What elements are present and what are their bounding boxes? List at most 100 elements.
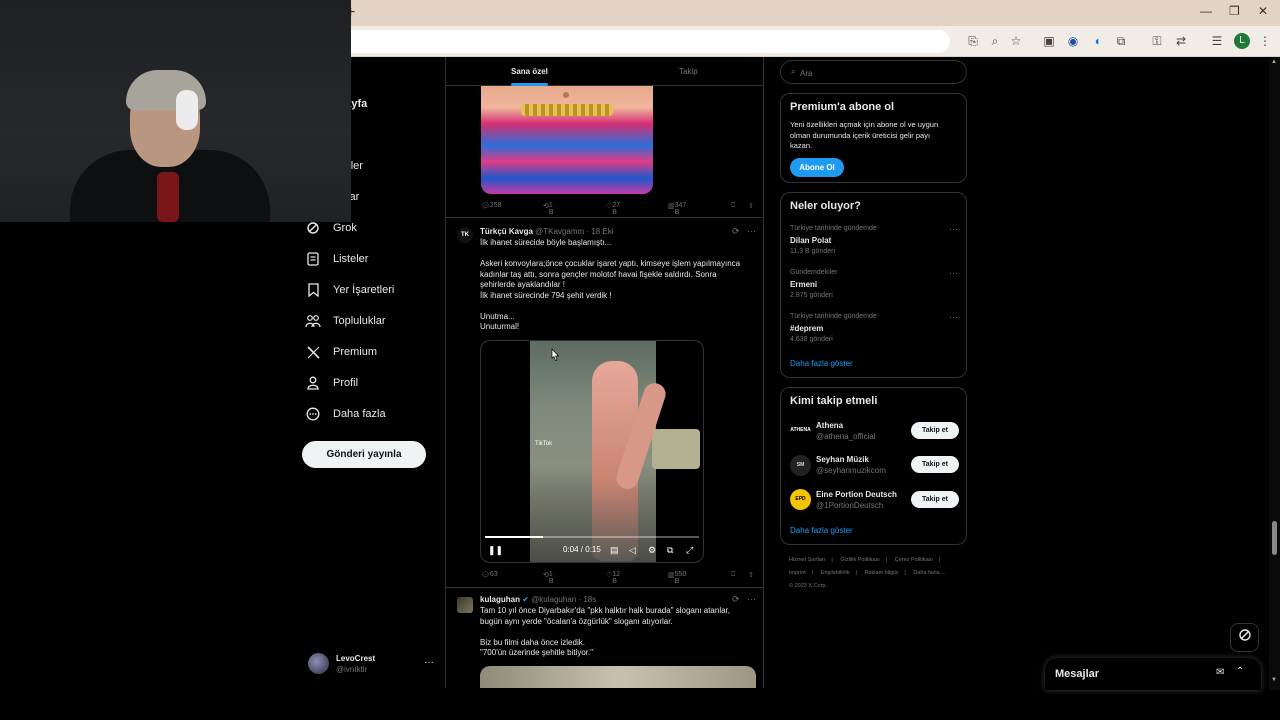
subscribe-button[interactable]: Abone Ol xyxy=(790,158,844,177)
account-handle: @ivntktlr xyxy=(336,665,368,674)
captions-icon[interactable]: ▤ xyxy=(610,545,619,556)
reply-button[interactable]: 💬︎ 258 xyxy=(481,202,502,210)
password-key-icon[interactable]: ⚿ xyxy=(1150,34,1164,48)
reply-button[interactable]: 💬︎ 63 xyxy=(481,571,498,579)
address-bar[interactable] xyxy=(300,30,950,53)
footer-link[interactable]: Imprint xyxy=(789,570,806,576)
nav-item-profile[interactable]: Profil xyxy=(305,371,358,395)
tweet-time[interactable]: · 18 Eki xyxy=(586,227,613,236)
share-icon[interactable]: ⇧ xyxy=(748,571,754,579)
trend-more-icon[interactable]: ··· xyxy=(949,224,958,234)
author-handle[interactable]: @TKavgamm xyxy=(535,227,584,236)
retweet-button[interactable]: ⟲ 1 B xyxy=(543,571,554,585)
x-logo-icon xyxy=(305,344,321,360)
nav-item-more[interactable]: Daha fazla xyxy=(305,402,386,426)
retweet-button[interactable]: ⟲ 1 B xyxy=(543,202,554,216)
views-button[interactable]: ▥ 347 B xyxy=(668,202,686,216)
video-progress-bar[interactable] xyxy=(485,536,699,538)
show-more-link[interactable]: Daha fazla göster xyxy=(790,359,853,368)
trend-name[interactable]: Ermeni xyxy=(790,280,817,289)
scroll-thumb[interactable] xyxy=(1272,521,1277,555)
tweet-image[interactable] xyxy=(481,86,653,194)
timeline: Sana özel Takip 💬︎ 258 ⟲ 1 B ♡ 27 B ▥ 34… xyxy=(445,57,764,688)
star-icon[interactable]: ☆ xyxy=(1009,34,1023,48)
zoom-icon[interactable]: ⌕ xyxy=(988,34,1002,48)
reply-count: 63 xyxy=(489,571,498,578)
avatar[interactable] xyxy=(457,597,473,613)
close-window-button[interactable]: ✕ xyxy=(1258,4,1268,18)
scrollbar[interactable]: ▲ ▼ xyxy=(1269,57,1280,690)
account-switcher[interactable]: LevoCrest @ivntktlr ··· xyxy=(308,653,438,677)
nav-item-bookmarks[interactable]: Yer İşaretleri xyxy=(305,278,394,302)
avatar[interactable]: EPD xyxy=(790,489,811,510)
scroll-down-icon[interactable]: ▼ xyxy=(1271,677,1277,683)
translate-icon[interactable]: ⇄ xyxy=(1174,34,1188,48)
avatar[interactable]: ATHENA xyxy=(790,420,811,441)
trend-more-icon[interactable]: ··· xyxy=(949,268,958,278)
nav-item-premium[interactable]: Premium xyxy=(305,340,377,364)
footer-link[interactable]: Çerez Politikası xyxy=(895,557,933,563)
grok-icon[interactable]: ⟳ xyxy=(732,226,740,237)
account-more-icon[interactable]: ··· xyxy=(424,657,434,668)
fullscreen-icon[interactable]: ⤢ xyxy=(686,545,693,556)
avatar[interactable]: SM xyxy=(790,455,811,476)
restore-button[interactable]: ❐ xyxy=(1229,4,1240,18)
tab-following[interactable]: Takip xyxy=(679,67,698,76)
like-button[interactable]: ♡ 12 B xyxy=(606,571,620,585)
extensions-icon[interactable]: ⧉ xyxy=(1114,34,1128,48)
views-button[interactable]: ▥ 550 B xyxy=(668,571,686,585)
author-name[interactable]: kulaguhan xyxy=(480,595,520,604)
bookmark-icon[interactable]: ⎕ xyxy=(731,202,735,210)
mute-icon[interactable]: ◁ xyxy=(629,545,636,556)
footer-link[interactable]: Reklam bilgisi xyxy=(864,570,898,576)
extension-icon[interactable]: ◉ xyxy=(1066,34,1080,48)
grok-button[interactable] xyxy=(1230,623,1259,652)
extension-puzzle-icon[interactable]: ▣ xyxy=(1042,34,1056,48)
search-input[interactable]: ⌕ Ara xyxy=(780,60,967,84)
install-icon[interactable]: ⎘ xyxy=(966,34,980,48)
menu-kebab-icon[interactable]: ⋮ xyxy=(1258,34,1272,48)
video-player[interactable]: TikTok ❚❚ 0:04 / 0:15 ▤ ◁ ⚙ ⧉ ⤢ xyxy=(480,340,704,563)
share-icon[interactable]: ⇧ xyxy=(748,202,754,210)
pause-icon[interactable]: ❚❚ xyxy=(488,545,503,556)
messages-drawer[interactable]: Mesajlar ✉ ⌃ xyxy=(1045,658,1261,690)
pip-icon[interactable]: ⧉ xyxy=(667,545,673,556)
follow-button[interactable]: Takip et xyxy=(911,422,959,439)
nav-item-communities[interactable]: Topluluklar xyxy=(305,309,386,333)
expand-icon[interactable]: ⌃ xyxy=(1236,666,1244,677)
trend-name[interactable]: #deprem xyxy=(790,324,823,333)
more-icon[interactable]: ··· xyxy=(747,226,756,236)
footer-link[interactable]: Gizlilik Politikası xyxy=(840,557,879,563)
nav-item-lists[interactable]: Listeler xyxy=(305,247,368,271)
like-button[interactable]: ♡ 27 B xyxy=(606,202,620,216)
post-button[interactable]: Gönderi yayınla xyxy=(302,441,426,468)
new-message-icon[interactable]: ✉ xyxy=(1216,667,1224,678)
scroll-up-icon[interactable]: ▲ xyxy=(1271,59,1277,65)
author-name[interactable]: Türkçü Kavga xyxy=(480,227,533,236)
more-icon[interactable]: ··· xyxy=(747,594,756,604)
follow-button[interactable]: Takip et xyxy=(911,456,959,473)
footer-link[interactable]: Hizmet Şartları xyxy=(789,557,825,563)
reading-list-icon[interactable]: ☰ xyxy=(1210,34,1224,48)
settings-icon[interactable]: ⚙ xyxy=(648,545,656,556)
footer-link[interactable]: Erişilebilirlik xyxy=(821,570,850,576)
profile-avatar[interactable]: L xyxy=(1234,33,1250,49)
bookmark-icon[interactable]: ⎕ xyxy=(731,571,735,579)
author-handle[interactable]: @kulaguhan xyxy=(531,595,576,604)
avatar[interactable]: TK xyxy=(457,227,473,243)
trend-more-icon[interactable]: ··· xyxy=(949,312,958,322)
tweet-time[interactable]: · 18s xyxy=(578,595,596,604)
minimize-button[interactable]: — xyxy=(1200,4,1212,18)
follow-button[interactable]: Takip et xyxy=(911,491,959,508)
tweet-image[interactable] xyxy=(480,666,756,688)
trend-name[interactable]: Dilan Polat xyxy=(790,236,831,245)
tab-for-you[interactable]: Sana özel xyxy=(511,67,548,76)
footer-link[interactable]: Daha fazla ... xyxy=(913,570,945,576)
footer-sep: | xyxy=(831,557,833,563)
show-more-link[interactable]: Daha fazla göster xyxy=(790,526,853,535)
audio-icon[interactable]: ◖ xyxy=(1090,34,1104,48)
grok-icon[interactable]: ⟳ xyxy=(732,594,740,605)
suggestion-name[interactable]: Athena xyxy=(816,421,843,430)
suggestion-name[interactable]: Seyhan Müzik xyxy=(816,455,869,464)
suggestion-name[interactable]: Eine Portion Deutsch xyxy=(816,490,897,499)
